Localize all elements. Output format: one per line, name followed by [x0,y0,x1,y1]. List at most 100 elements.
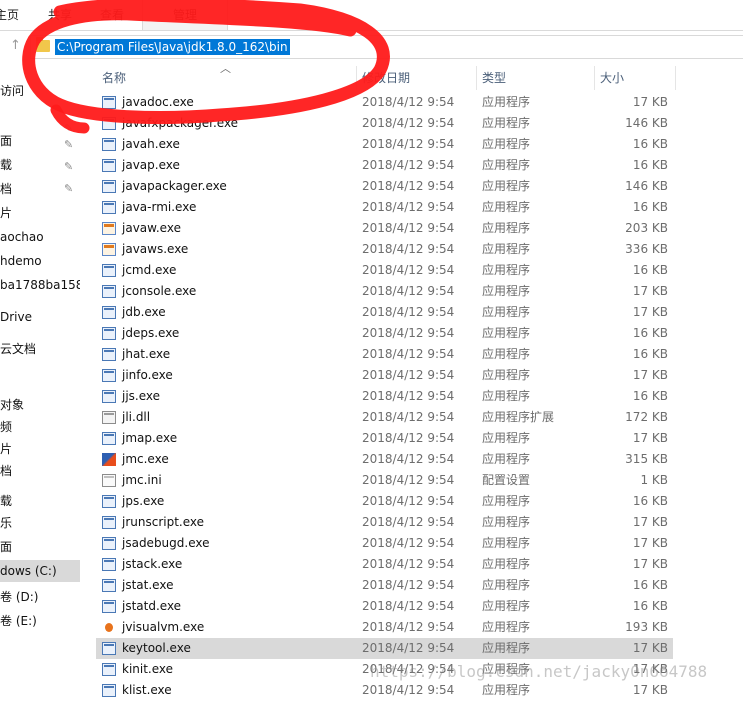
file-row[interactable]: klist.exe 2018/4/12 9:54 应用程序 17 KB [96,680,673,701]
nav-item-drive-d[interactable]: 卷 (D:) [0,586,80,608]
nav-item-cloud-docs[interactable]: 云文档 [0,338,80,360]
pin-icon[interactable]: ✎ [64,160,76,174]
file-row[interactable]: jps.exe 2018/4/12 9:54 应用程序 16 KB [96,491,673,512]
file-date: 2018/4/12 9:54 [362,473,455,487]
exe-file-icon [102,369,116,382]
file-type: 应用程序 [482,242,531,256]
file-type: 应用程序 [482,158,531,172]
file-row[interactable]: jsadebugd.exe 2018/4/12 9:54 应用程序 17 KB [96,533,673,554]
column-header-date[interactable]: 修改日期 [362,66,410,90]
file-date: 2018/4/12 9:54 [362,494,455,508]
file-date: 2018/4/12 9:54 [362,641,455,655]
file-name: javapackager.exe [122,179,227,193]
exe-file-icon [102,306,116,319]
address-path[interactable]: C:\Program Files\Java\jdk1.8.0_162\bin [55,39,290,55]
file-row[interactable]: jdeps.exe 2018/4/12 9:54 应用程序 16 KB [96,323,673,344]
column-header-name[interactable]: 名称 [102,66,126,90]
file-row[interactable]: jcmd.exe 2018/4/12 9:54 应用程序 16 KB [96,260,673,281]
file-row[interactable]: javapackager.exe 2018/4/12 9:54 应用程序 146 KB [96,176,673,197]
nav-item-drive-c[interactable]: dows (C:) [0,560,80,582]
file-date: 2018/4/12 9:54 [362,347,455,361]
nav-item-3d-objects[interactable]: 对象 [0,394,80,416]
file-row[interactable]: jstat.exe 2018/4/12 9:54 应用程序 16 KB [96,575,673,596]
file-date: 2018/4/12 9:54 [362,305,455,319]
file-name: javap.exe [122,158,180,172]
file-size: 1 KB [640,473,668,487]
nav-item-videos[interactable]: 频 [0,416,80,438]
file-name: jsadebugd.exe [122,536,210,550]
nav-item-downloads-2[interactable]: 载 [0,490,80,512]
file-row[interactable]: jrunscript.exe 2018/4/12 9:54 应用程序 17 KB [96,512,673,533]
file-row[interactable]: javadoc.exe 2018/4/12 9:54 应用程序 17 KB [96,92,673,113]
file-size: 193 KB [625,620,668,634]
nav-item-drive-e[interactable]: 卷 (E:) [0,610,80,632]
file-date: 2018/4/12 9:54 [362,158,455,172]
file-size: 16 KB [632,599,668,613]
folder-icon [36,37,50,52]
file-type: 应用程序 [482,536,531,550]
column-separator[interactable] [675,66,676,90]
file-type: 应用程序 [482,221,531,235]
file-row[interactable]: jhat.exe 2018/4/12 9:54 应用程序 16 KB [96,344,673,365]
file-row[interactable]: jdb.exe 2018/4/12 9:54 应用程序 17 KB [96,302,673,323]
nav-item-quick-access[interactable]: 访问 [0,80,80,102]
file-row[interactable]: jmc.exe 2018/4/12 9:54 应用程序 315 KB [96,449,673,470]
exe-file-icon [102,201,116,214]
nav-item-pictures[interactable]: 片 [0,202,80,224]
pin-icon[interactable]: ✎ [64,122,76,136]
nav-item-pictures-2[interactable]: 片 [0,438,80,460]
exe-file-icon [102,264,116,277]
nav-item-documents-2[interactable]: 档 [0,460,80,482]
file-row[interactable]: jmap.exe 2018/4/12 9:54 应用程序 17 KB [96,428,673,449]
file-size: 17 KB [632,683,668,697]
file-name: jps.exe [122,494,165,508]
file-row[interactable]: keytool.exe 2018/4/12 9:54 应用程序 17 KB [96,638,673,659]
file-row[interactable]: jstack.exe 2018/4/12 9:54 应用程序 17 KB [96,554,673,575]
exe-file-icon [102,642,116,655]
column-separator[interactable] [356,66,357,90]
file-type: 应用程序 [482,347,531,361]
ribbon-tab-manage[interactable]: 管理 [142,0,228,30]
ribbon-tab-share[interactable]: 共享 [36,0,84,30]
file-size: 17 KB [632,641,668,655]
nav-item-hdemo[interactable]: hdemo [0,250,80,272]
file-date: 2018/4/12 9:54 [362,221,455,235]
column-separator[interactable] [476,66,477,90]
nav-item-music[interactable]: 乐 [0,512,80,534]
file-row[interactable]: jmc.ini 2018/4/12 9:54 配置设置 1 KB [96,470,673,491]
exe-file-icon [102,516,116,529]
file-type: 应用程序 [482,200,531,214]
nav-item-ba1788[interactable]: ba1788ba1588 [0,274,80,296]
exe-file-icon [102,96,116,109]
file-type: 应用程序 [482,326,531,340]
file-name: javaw.exe [122,221,181,235]
file-row[interactable]: jjs.exe 2018/4/12 9:54 应用程序 16 KB [96,386,673,407]
file-row[interactable]: jstatd.exe 2018/4/12 9:54 应用程序 16 KB [96,596,673,617]
file-row[interactable]: javap.exe 2018/4/12 9:54 应用程序 16 KB [96,155,673,176]
file-type: 应用程序 [482,137,531,151]
address-bar[interactable]: C:\Program Files\Java\jdk1.8.0_162\bin [30,35,743,59]
ribbon-tab-view[interactable]: 查看 [88,0,136,30]
file-size: 172 KB [625,410,668,424]
up-arrow-icon[interactable]: ↑ [10,38,26,54]
file-row[interactable]: java-rmi.exe 2018/4/12 9:54 应用程序 16 KB [96,197,673,218]
nav-item-aochao[interactable]: aochao [0,226,80,248]
file-date: 2018/4/12 9:54 [362,263,455,277]
file-type: 应用程序 [482,620,531,634]
column-header-size[interactable]: 大小 [600,66,624,90]
pin-icon[interactable]: ✎ [64,182,76,196]
file-row[interactable]: jvisualvm.exe 2018/4/12 9:54 应用程序 193 KB [96,617,673,638]
file-row[interactable]: javah.exe 2018/4/12 9:54 应用程序 16 KB [96,134,673,155]
nav-item-desktop-2[interactable]: 面 [0,536,80,558]
pin-icon[interactable]: ✎ [64,138,76,152]
file-row[interactable]: jinfo.exe 2018/4/12 9:54 应用程序 17 KB [96,365,673,386]
nav-item-onedrive[interactable]: Drive [0,306,80,328]
file-row[interactable]: jconsole.exe 2018/4/12 9:54 应用程序 17 KB [96,281,673,302]
column-header-type[interactable]: 类型 [482,66,506,90]
file-row[interactable]: javafxpackager.exe 2018/4/12 9:54 应用程序 146 … [96,113,673,134]
file-row[interactable]: jli.dll 2018/4/12 9:54 应用程序扩展 172 KB [96,407,673,428]
file-row[interactable]: javaw.exe 2018/4/12 9:54 应用程序 203 KB [96,218,673,239]
file-row[interactable]: javaws.exe 2018/4/12 9:54 应用程序 336 KB [96,239,673,260]
ribbon-tab-home[interactable]: 主页 [0,0,22,30]
column-separator[interactable] [594,66,595,90]
